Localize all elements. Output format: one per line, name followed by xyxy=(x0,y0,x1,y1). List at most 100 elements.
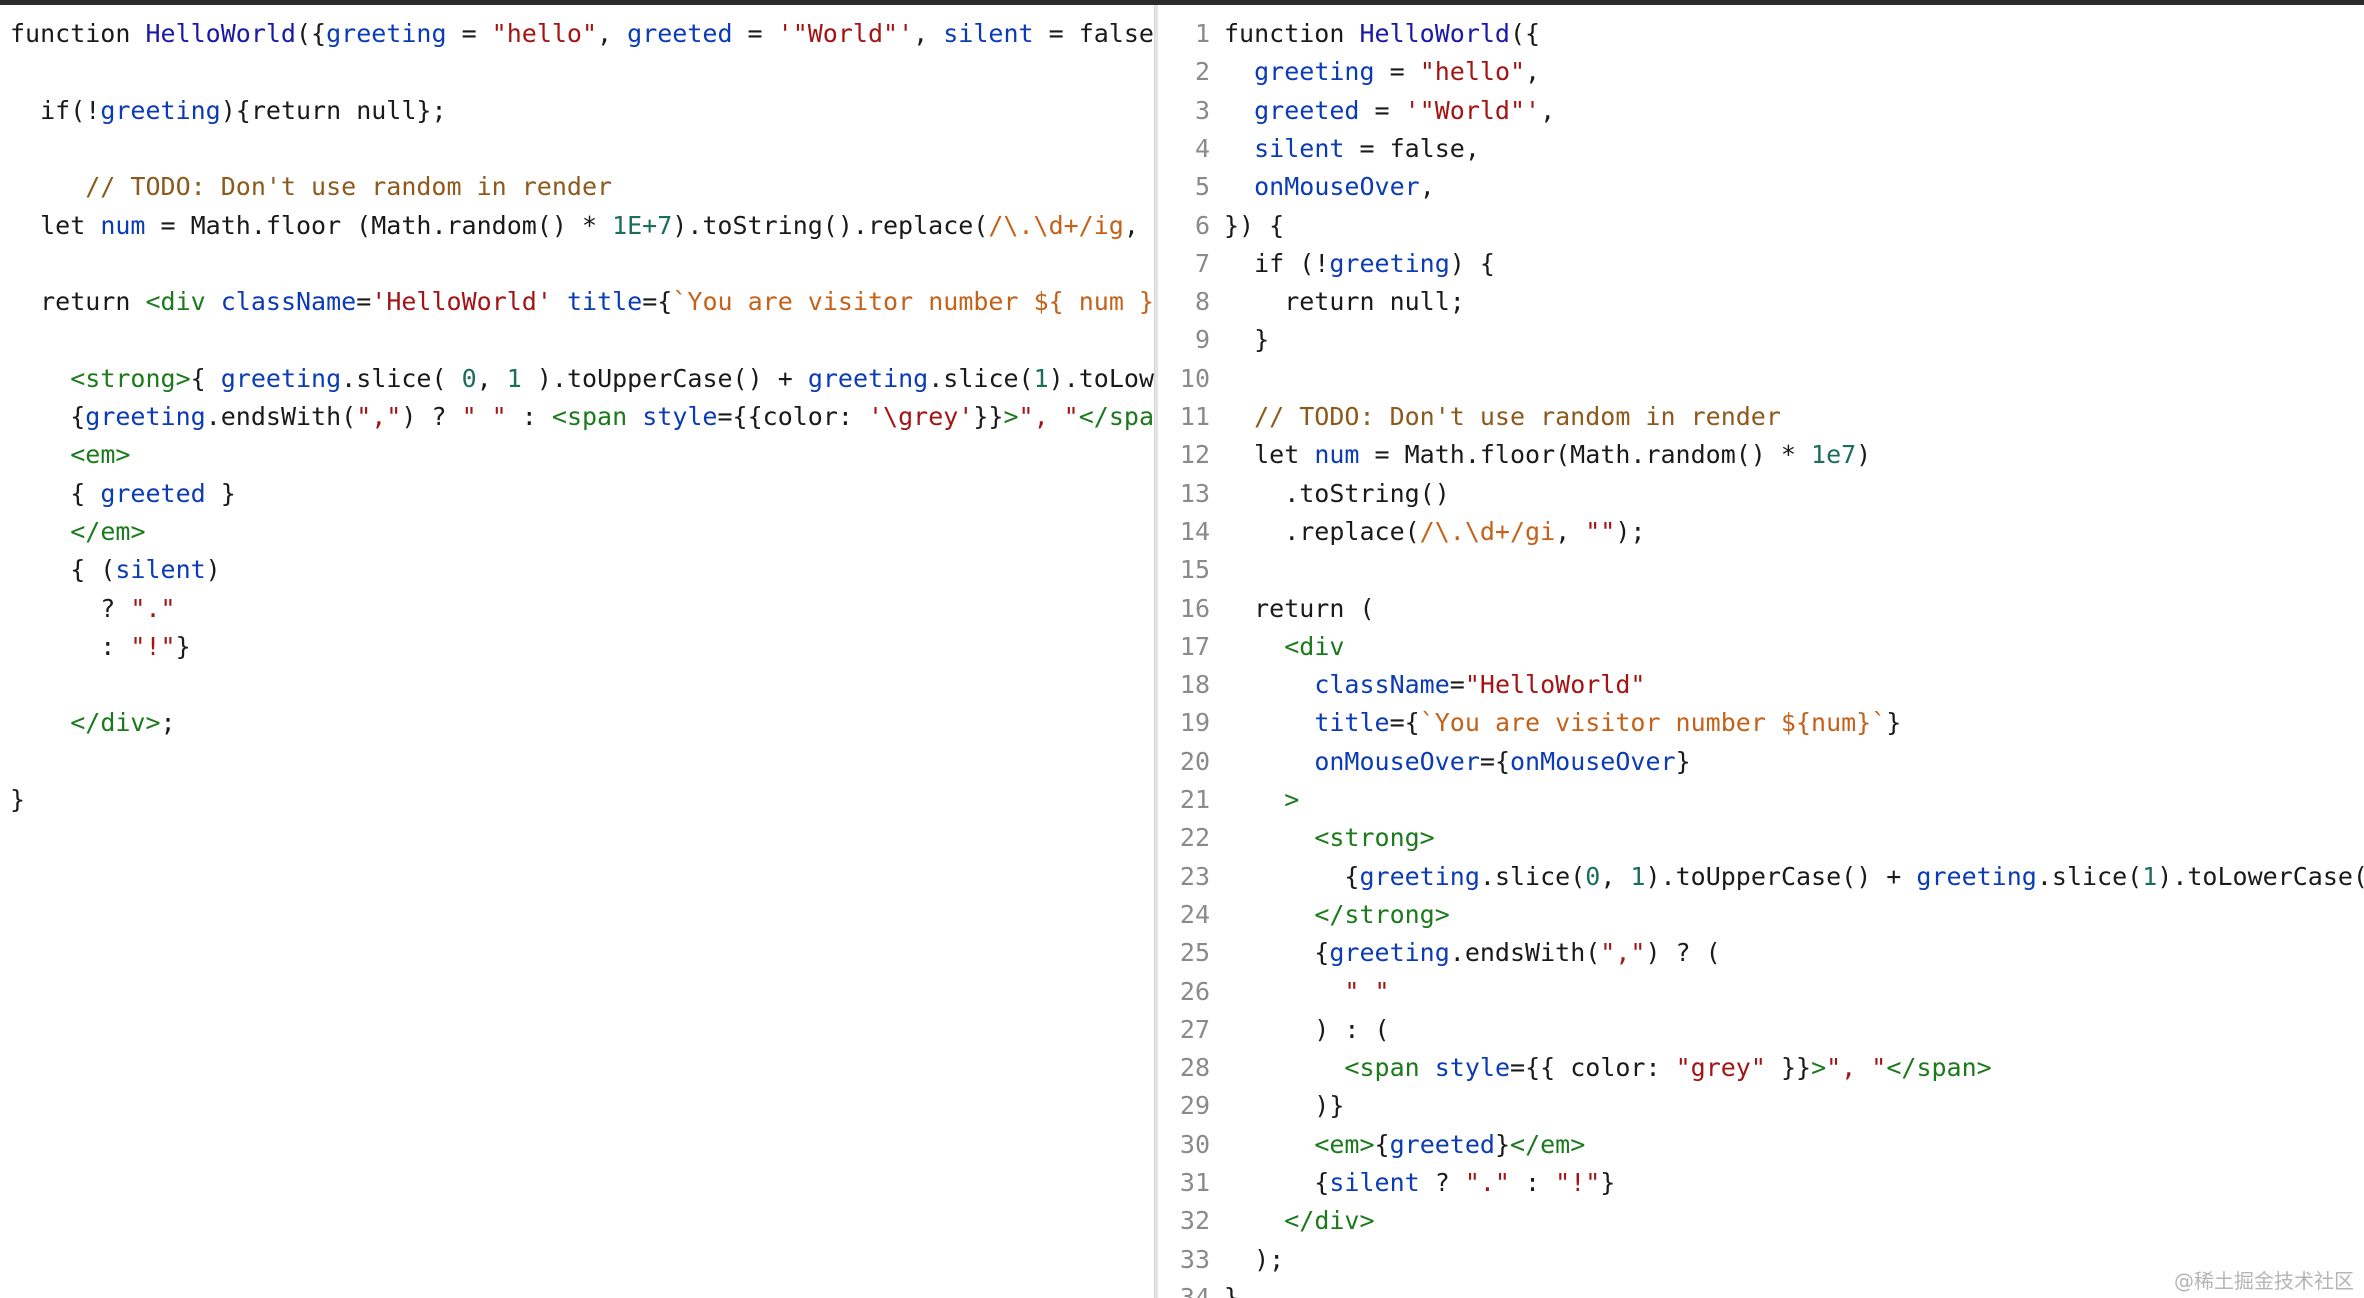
formatted-code-line: 14 .replace(/\.\d+/gi, ""); xyxy=(1158,513,2364,551)
formatted-code-line: 28 <span style={{ color: "grey" }}>", "<… xyxy=(1158,1049,2364,1087)
original-code-line xyxy=(0,53,1154,91)
line-number: 23 xyxy=(1179,861,1210,891)
formatted-code-line: 22 <strong> xyxy=(1158,819,2364,857)
formatted-code-line: 24 </strong> xyxy=(1158,896,2364,934)
line-number: 20 xyxy=(1179,746,1210,776)
line-number: 7 xyxy=(1194,248,1210,278)
code-text: .replace(/\.\d+/gi, ""); xyxy=(1224,516,1646,546)
line-number: 22 xyxy=(1179,823,1210,853)
original-code-line: function HelloWorld({greeting = "hello",… xyxy=(10,19,1154,48)
formatted-code-line: 16 return ( xyxy=(1158,590,2364,628)
formatted-code-pane[interactable]: 1 function HelloWorld({2 greeting = "hell… xyxy=(1158,5,2364,1298)
formatted-code-line: 20 onMouseOver={onMouseOver} xyxy=(1158,743,2364,781)
formatted-code-line: 11 // TODO: Don't use random in render xyxy=(1158,398,2364,436)
code-text: let num = Math.floor(Math.random() * 1e7… xyxy=(1224,440,1872,470)
line-number: 11 xyxy=(1179,402,1210,431)
formatted-code-line: 25 {greeting.endsWith(",") ? ( xyxy=(1158,934,2364,972)
code-text: return null; xyxy=(1224,287,1465,317)
original-code-line: { (silent) xyxy=(10,555,221,585)
line-number: 14 xyxy=(1179,516,1210,546)
formatted-code-line: 30 <em>{greeted}</em> xyxy=(1158,1126,2364,1164)
original-code-line: {greeting.endsWith(",") ? " " : <span st… xyxy=(10,402,1154,431)
line-number: 15 xyxy=(1179,555,1210,585)
formatted-code-line: 7 if (!greeting) { xyxy=(1158,245,2364,283)
code-text: </strong> xyxy=(1314,899,1450,929)
line-number: 9 xyxy=(1194,325,1210,355)
original-code-line: <strong>{ greeting.slice( 0, 1 ).toUpper… xyxy=(70,363,1154,393)
formatted-code-line: 13 .toString() xyxy=(1158,475,2364,513)
code-text: onMouseOver={onMouseOver} xyxy=(1314,746,1691,776)
code-text: .toString() xyxy=(1224,478,1450,508)
code-text: <em>{greeted}</em> xyxy=(1314,1129,1586,1159)
code-text: </div> xyxy=(1284,1206,1375,1236)
line-number: 19 xyxy=(1179,708,1210,738)
code-text: ); xyxy=(1224,1244,1285,1274)
original-code-line: return <div className='HelloWorld' title… xyxy=(10,287,1154,317)
formatted-code-line: 9 } xyxy=(1158,321,2364,359)
line-number: 32 xyxy=(1179,1206,1210,1236)
code-text: onMouseOver, xyxy=(1254,172,1435,202)
code-text: <strong> xyxy=(1314,823,1435,853)
original-code-line xyxy=(0,130,1154,168)
line-number: 13 xyxy=(1179,478,1210,508)
formatted-code-line: 19 title={`You are visitor number ${num}… xyxy=(1158,704,2364,742)
formatted-code-line: 17 <div xyxy=(1158,628,2364,666)
code-text: function HelloWorld({ xyxy=(1224,19,1541,48)
original-code-line: let num = Math.floor (Math.random() * 1E… xyxy=(10,210,1154,240)
code-text: className="HelloWorld" xyxy=(1314,670,1646,700)
formatted-code-line: 27 ) : ( xyxy=(1158,1011,2364,1049)
original-code-line: <em> xyxy=(70,440,131,470)
code-text: ) : ( xyxy=(1224,1014,1390,1044)
code-text: > xyxy=(1284,785,1300,814)
code-text: {greeting.endsWith(",") ? ( xyxy=(1224,938,1721,968)
line-number: 18 xyxy=(1179,670,1210,700)
code-text: } xyxy=(1224,1282,1240,1298)
line-number: 28 xyxy=(1179,1053,1210,1083)
line-number: 21 xyxy=(1179,785,1210,814)
formatted-code-line: 29 )} xyxy=(1158,1087,2364,1125)
code-text: // TODO: Don't use random in render xyxy=(1224,402,1781,431)
formatted-code-line: 32 </div> xyxy=(1158,1202,2364,1240)
line-number: 6 xyxy=(1194,210,1210,240)
formatted-code-line: 10 xyxy=(1158,360,2364,398)
code-text: )} xyxy=(1224,1091,1345,1121)
code-text: silent = false, xyxy=(1254,133,1480,163)
code-text: <div xyxy=(1284,631,1345,661)
original-code-line xyxy=(0,321,1154,359)
line-number: 24 xyxy=(1179,899,1210,929)
code-text: return ( xyxy=(1224,593,1375,623)
original-code-line: ? "." xyxy=(10,593,176,623)
code-text: " " xyxy=(1344,976,1390,1006)
line-number: 34 xyxy=(1179,1282,1210,1298)
line-number: 4 xyxy=(1194,133,1210,163)
line-number: 16 xyxy=(1179,593,1210,623)
original-code-line: if(!greeting){return null}; xyxy=(10,95,447,125)
original-code-line: } xyxy=(10,785,26,814)
line-number: 25 xyxy=(1179,938,1210,968)
formatted-code-line: 5 onMouseOver, xyxy=(1158,168,2364,206)
line-number: 1 xyxy=(1194,19,1210,48)
line-number: 2 xyxy=(1194,57,1210,87)
formatted-code-line: 4 silent = false, xyxy=(1158,130,2364,168)
formatted-code-line: 23 {greeting.slice(0, 1).toUpperCase() +… xyxy=(1158,858,2364,896)
original-code-line: </div>; xyxy=(70,708,176,738)
code-text: }) { xyxy=(1224,210,1285,240)
original-code-line xyxy=(0,245,1154,283)
line-number: 8 xyxy=(1194,287,1210,317)
formatted-code-line: 21 > xyxy=(1158,781,2364,819)
code-text: } xyxy=(1224,325,1270,355)
original-code-line: : "!"} xyxy=(10,631,191,661)
formatted-code-line: 18 className="HelloWorld" xyxy=(1158,666,2364,704)
code-text: title={`You are visitor number ${num}`} xyxy=(1314,708,1902,738)
line-number: 10 xyxy=(1179,363,1210,393)
formatted-code-line: 15 xyxy=(1158,551,2364,589)
formatted-code-line: 26 " " xyxy=(1158,973,2364,1011)
original-code-line: // TODO: Don't use random in render xyxy=(10,172,613,202)
code-text: {silent ? "." : "!"} xyxy=(1224,1168,1616,1197)
formatted-code-line: 8 return null; xyxy=(1158,283,2364,321)
code-text: greeted = '"World"', xyxy=(1254,95,1556,125)
original-code-pane[interactable]: function HelloWorld({greeting = "hello",… xyxy=(0,5,1154,1298)
watermark: @稀土掘金技术社区 xyxy=(2174,1269,2354,1293)
line-number: 17 xyxy=(1179,631,1210,661)
formatted-code-line: 6 }) { xyxy=(1158,207,2364,245)
